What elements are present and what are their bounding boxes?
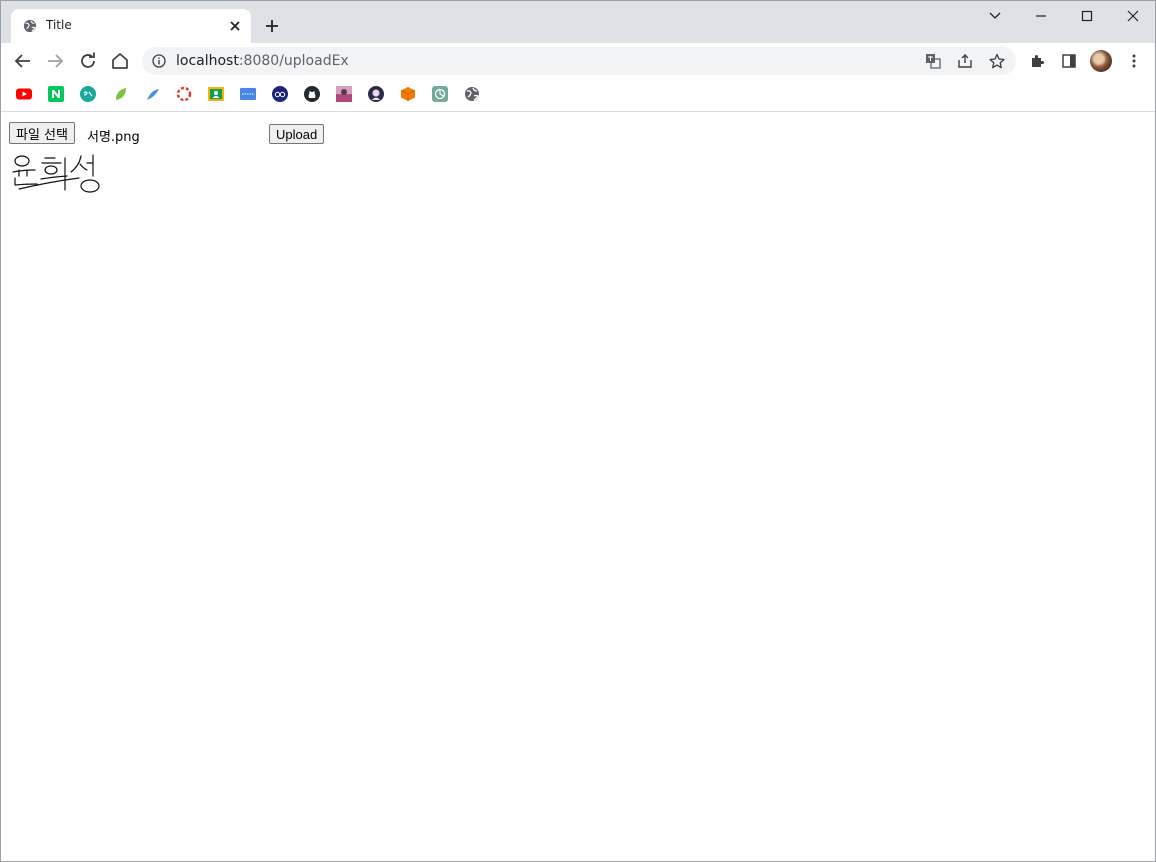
site-info-icon[interactable] (152, 54, 166, 68)
reload-icon[interactable] (78, 51, 98, 71)
character-bookmark-icon[interactable] (368, 86, 384, 102)
choose-file-button[interactable]: 파일 선택 (9, 122, 75, 144)
close-window-icon[interactable] (1123, 7, 1143, 25)
home-icon[interactable] (110, 51, 130, 71)
bookmark-star-icon[interactable] (989, 53, 1005, 69)
profile-avatar[interactable] (1090, 50, 1112, 72)
tab-search-chevron-icon[interactable] (985, 7, 1005, 25)
classroom-bookmark-icon[interactable] (208, 86, 224, 102)
teal-bookmark-icon[interactable] (80, 86, 96, 102)
selected-file-name: 서명.png (87, 130, 140, 145)
github-bookmark-icon[interactable] (304, 86, 320, 102)
bookmarks-bar (1, 79, 1155, 112)
extensions-icon[interactable] (1029, 53, 1045, 69)
browser-toolbar: localhost:8080/uploadEx (1, 43, 1155, 79)
box-bookmark-icon[interactable] (400, 86, 416, 102)
translate-icon[interactable] (925, 53, 941, 69)
url-host: localhost (176, 53, 239, 69)
page-content: 파일 선택 서명.png Upload (1, 112, 1155, 861)
minimize-icon[interactable] (1031, 7, 1051, 25)
url-path: :8080/uploadEx (238, 53, 349, 69)
tripadvisor-bookmark-icon[interactable] (272, 86, 288, 102)
chatgpt-bookmark-icon[interactable] (432, 86, 448, 102)
maximize-icon[interactable] (1077, 7, 1097, 25)
url-text[interactable]: localhost:8080/uploadEx (176, 53, 349, 69)
tab-strip: Title (1, 1, 1155, 43)
forward-arrow-icon[interactable] (45, 51, 65, 71)
uploaded-signature-image (12, 154, 100, 193)
close-tab-icon[interactable] (227, 18, 243, 34)
address-bar[interactable]: localhost:8080/uploadEx (142, 47, 1016, 75)
upload-button[interactable]: Upload (269, 124, 325, 144)
share-icon[interactable] (957, 53, 973, 69)
browser-window: Title localhost:8080/uploadEx 파일 선택 서명.p… (0, 0, 1156, 862)
back-arrow-icon[interactable] (13, 51, 33, 71)
photo-bookmark-icon[interactable] (336, 86, 352, 102)
new-tab-icon[interactable] (263, 17, 281, 35)
menu-kebab-icon[interactable] (1126, 53, 1142, 69)
feather-bookmark-icon[interactable] (145, 86, 161, 102)
globe-bookmark-icon[interactable] (464, 86, 480, 102)
ring-bookmark-icon[interactable] (176, 86, 192, 102)
globe-icon (23, 19, 37, 33)
leaf-bookmark-icon[interactable] (113, 86, 129, 102)
youtube-bookmark-icon[interactable] (16, 86, 32, 102)
tab-title: Title (46, 18, 72, 32)
active-tab[interactable]: Title (11, 9, 251, 43)
naver-bookmark-icon[interactable] (48, 86, 64, 102)
side-panel-icon[interactable] (1061, 53, 1077, 69)
calendar-bookmark-icon[interactable] (240, 86, 256, 102)
